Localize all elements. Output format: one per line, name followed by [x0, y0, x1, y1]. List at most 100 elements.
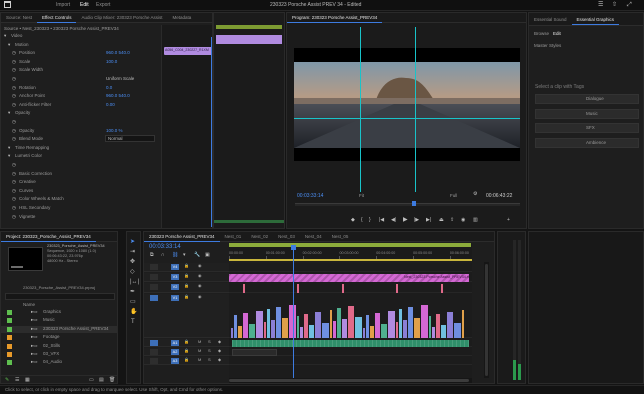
lift-icon[interactable]: ⏏ — [439, 217, 444, 223]
rectangle-tool-icon[interactable]: ▭ — [130, 299, 136, 305]
lock-icon[interactable]: 🔒 — [184, 283, 189, 288]
eye-icon[interactable]: ◉ — [198, 294, 202, 299]
video-clip[interactable] — [342, 284, 344, 293]
source-patch[interactable] — [150, 264, 158, 270]
timeline-timecode[interactable]: 00:03:33:14 — [149, 244, 181, 250]
mute-icon[interactable]: M — [198, 339, 201, 344]
slip-tool-icon[interactable]: |↔| — [130, 279, 139, 285]
track-lane[interactable] — [229, 263, 472, 272]
effect-property-row[interactable]: ◷ — [1, 119, 161, 126]
video-clip[interactable] — [264, 322, 266, 338]
effect-property-row[interactable]: ◷ HSL Secondary — [1, 205, 161, 212]
lock-icon[interactable]: 🔒 — [184, 294, 189, 299]
lock-icon[interactable]: 🔒 — [184, 263, 189, 268]
video-clip[interactable] — [267, 309, 270, 338]
mute-icon[interactable]: M — [198, 357, 201, 362]
source-patch[interactable] — [150, 358, 158, 364]
video-clip[interactable] — [366, 315, 369, 338]
stopwatch-icon[interactable]: ◷ — [12, 162, 16, 168]
solo-icon[interactable]: S — [208, 348, 211, 353]
tab-nest-2[interactable]: Nest_02 — [246, 232, 273, 241]
track-label[interactable]: V3 — [171, 274, 179, 280]
video-clip[interactable] — [462, 310, 464, 338]
video-clip[interactable] — [342, 319, 347, 338]
add-marker-icon[interactable]: ◆ — [351, 217, 355, 223]
timeline-settings-icon[interactable]: 🔧 — [194, 252, 200, 258]
effect-property-row[interactable]: ◷ Creative — [1, 179, 161, 186]
video-clip[interactable] — [454, 323, 461, 338]
eye-icon[interactable]: ◉ — [198, 283, 202, 288]
quick-export-icon[interactable]: ⇧ — [612, 2, 617, 8]
timeline-v-scrollbar[interactable] — [484, 262, 489, 378]
v-scroll-handle[interactable] — [485, 264, 488, 376]
effect-property-row[interactable]: ◷ Basic Correction — [1, 171, 161, 178]
video-clip[interactable] — [363, 328, 365, 338]
program-timecode[interactable]: 00:03:33:14 — [297, 193, 323, 199]
tab-nest-4[interactable]: Nest_04 — [300, 232, 327, 241]
video-clip[interactable] — [234, 315, 237, 338]
video-clip[interactable] — [276, 307, 281, 338]
effect-property-row[interactable]: ◷ — [1, 162, 161, 169]
program-playhead[interactable] — [412, 201, 416, 206]
disclosure-triangle-icon[interactable]: ▾ — [8, 153, 10, 159]
video-clip[interactable] — [388, 311, 395, 338]
tab-audio-mixer[interactable]: Audio Clip Mixer: 230323 Porsche Assist — [76, 13, 167, 22]
track-label[interactable]: A1 — [171, 340, 179, 346]
video-clip[interactable] — [441, 284, 443, 293]
stopwatch-icon[interactable]: ◷ — [12, 214, 16, 220]
project-item[interactable]: ▸▭ 03_VFX — [1, 351, 117, 358]
mute-icon[interactable]: M — [198, 348, 201, 353]
new-bin-icon[interactable]: ▭ — [89, 377, 94, 383]
voiceover-icon[interactable]: ◆ — [218, 339, 221, 344]
graphic-clip[interactable]: Nest_230323 Porsche Assist_PREV34.mov — [229, 274, 469, 282]
pencil-icon[interactable]: ✎ — [5, 377, 9, 383]
nest-icon[interactable]: ⧉ — [150, 252, 154, 258]
list-view-icon[interactable]: ☰ — [15, 377, 19, 383]
video-clip[interactable] — [231, 328, 233, 338]
video-clip[interactable] — [243, 284, 245, 293]
video-clip[interactable] — [297, 284, 299, 293]
video-clip[interactable] — [403, 320, 407, 338]
selection-tool-icon[interactable]: ➤ — [130, 239, 135, 245]
tab-nest-1[interactable]: Nest_01 — [220, 232, 247, 241]
video-clip[interactable] — [256, 311, 263, 338]
solo-icon[interactable]: S — [208, 357, 211, 362]
tab-edit[interactable]: Edit — [553, 31, 561, 36]
hand-tool-icon[interactable]: ✋ — [130, 309, 137, 315]
tab-browse[interactable]: Browse — [534, 31, 549, 36]
import-tab[interactable]: Import — [56, 2, 70, 8]
effect-property-value[interactable]: 100.0 % — [106, 128, 123, 133]
effect-property-row[interactable]: ◷ Vignette — [1, 214, 161, 221]
tab-sequence[interactable]: 230323 Porsche Assist_PREV34 — [144, 232, 220, 242]
video-clip[interactable] — [243, 313, 248, 338]
label-color-swatch[interactable] — [7, 360, 12, 366]
track-header[interactable]: V2 🔒 ◉ — [144, 283, 229, 293]
effect-property-row[interactable]: ◷ Color Wheels & Match — [1, 196, 161, 203]
track-label[interactable]: A3 — [171, 358, 179, 364]
linked-selection-icon[interactable]: ⛓ — [172, 252, 178, 258]
export-tab[interactable]: Export — [96, 2, 110, 8]
tab-program[interactable]: Program: 230323 Porsche Assist_PREV34 — [287, 13, 383, 23]
effect-property-value[interactable]: 960.0 540.0 — [106, 93, 130, 98]
eye-icon[interactable]: ◉ — [198, 263, 202, 268]
project-item[interactable]: ▸▭ Footage — [1, 334, 117, 341]
track-select-tool-icon[interactable]: ⇥ — [130, 249, 135, 255]
track-label[interactable]: V1 — [171, 295, 179, 301]
effect-property-row[interactable]: ▾ Time Remapping — [1, 145, 161, 152]
effect-property-row[interactable]: ▾ Lumetri Color — [1, 153, 161, 160]
go-to-in-icon[interactable]: |◀ — [379, 217, 384, 223]
stopwatch-icon[interactable]: ◷ — [12, 136, 16, 142]
ripple-edit-tool-icon[interactable]: ✥ — [130, 259, 135, 265]
new-item-icon[interactable]: ▤ — [99, 377, 104, 383]
track-label[interactable]: V4 — [171, 264, 179, 270]
name-column-header[interactable]: Name — [23, 302, 35, 307]
music-button[interactable]: Music — [535, 109, 639, 119]
video-clip[interactable] — [396, 322, 398, 338]
fit-dropdown[interactable]: Fit — [359, 193, 364, 198]
effect-property-row[interactable]: ◷ Rotation 0.0 — [1, 85, 161, 92]
stopwatch-icon[interactable]: ◷ — [12, 171, 16, 177]
effect-property-row[interactable]: ◷ Scale Width — [1, 67, 161, 74]
button-editor-icon[interactable]: + — [507, 217, 510, 223]
project-item[interactable]: ▸▭ 04_Audio — [1, 359, 117, 366]
source-patch[interactable] — [150, 284, 158, 290]
